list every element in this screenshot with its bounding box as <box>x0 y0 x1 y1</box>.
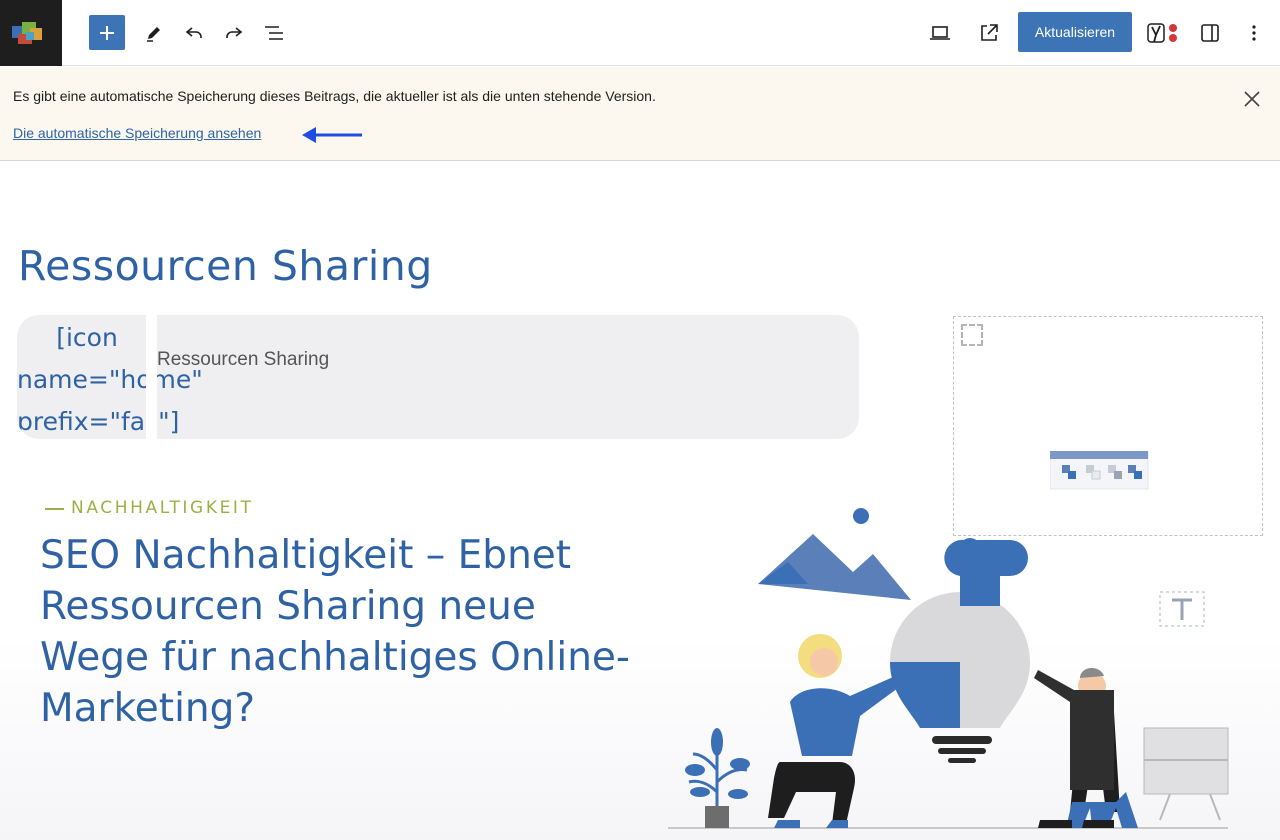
pencil-icon <box>147 27 160 42</box>
redo-icon <box>226 27 243 38</box>
update-button[interactable]: Aktualisieren <box>1018 12 1132 52</box>
block-divider <box>146 315 157 439</box>
list-view-button[interactable] <box>256 15 292 51</box>
placeholder-corner-icon <box>961 324 983 346</box>
settings-sidebar-button[interactable] <box>1192 15 1228 51</box>
arrow-left-icon <box>302 127 362 143</box>
sidebar-toggle-icon <box>1201 24 1219 42</box>
undo-button[interactable] <box>176 15 212 51</box>
autosave-notice: Es gibt eine automatische Speicherung di… <box>0 67 1280 161</box>
teamwork-illustration <box>668 508 1229 829</box>
category-overline: NACHHALTIGKEIT <box>71 498 254 518</box>
overline-rule <box>45 508 64 510</box>
external-link-icon <box>981 24 998 41</box>
more-options-icon <box>1252 25 1256 41</box>
site-logo-icon <box>12 22 42 44</box>
preview-laptop-icon <box>930 26 950 40</box>
add-block-button[interactable] <box>89 15 125 50</box>
preview-button[interactable] <box>922 15 958 51</box>
shortcode-line: name="home" <box>17 365 203 394</box>
options-button[interactable] <box>1236 15 1272 51</box>
post-title[interactable]: Ressourcen Sharing <box>18 242 433 290</box>
view-autosave-link[interactable]: Die automatische Speicherung ansehen <box>13 125 261 141</box>
shortcode-text: [icon name="home" prefix="fas"] <box>17 317 203 439</box>
close-notice-button[interactable] <box>1236 83 1268 115</box>
shortcode-block[interactable]: [icon name="home" prefix="fas"] Ressourc… <box>17 315 859 439</box>
notice-message: Es gibt eine automatische Speicherung di… <box>13 88 656 104</box>
yoast-icon <box>1147 23 1177 43</box>
shortcode-label: Ressourcen Sharing <box>157 349 330 370</box>
view-post-button[interactable] <box>971 15 1007 51</box>
hero-headline[interactable]: SEO Nachhaltigkeit – Ebnet Ressourcen Sh… <box>40 530 630 734</box>
site-logo[interactable] <box>0 0 62 66</box>
close-icon <box>1244 91 1260 107</box>
undo-icon <box>185 27 202 38</box>
editor-toolbar: Aktualisieren <box>0 0 1280 66</box>
placeholder-graphic-icon <box>1050 451 1149 490</box>
tools-button[interactable] <box>136 15 172 51</box>
shortcode-line: [icon <box>56 323 118 352</box>
list-view-icon <box>265 26 283 40</box>
editor-canvas: Ressourcen Sharing [icon name="home" pre… <box>0 162 1280 840</box>
redo-button[interactable] <box>216 15 252 51</box>
plus-icon <box>100 25 114 40</box>
shortcode-line: prefix="fas"] <box>17 407 180 436</box>
yoast-seo-button[interactable] <box>1144 15 1180 51</box>
